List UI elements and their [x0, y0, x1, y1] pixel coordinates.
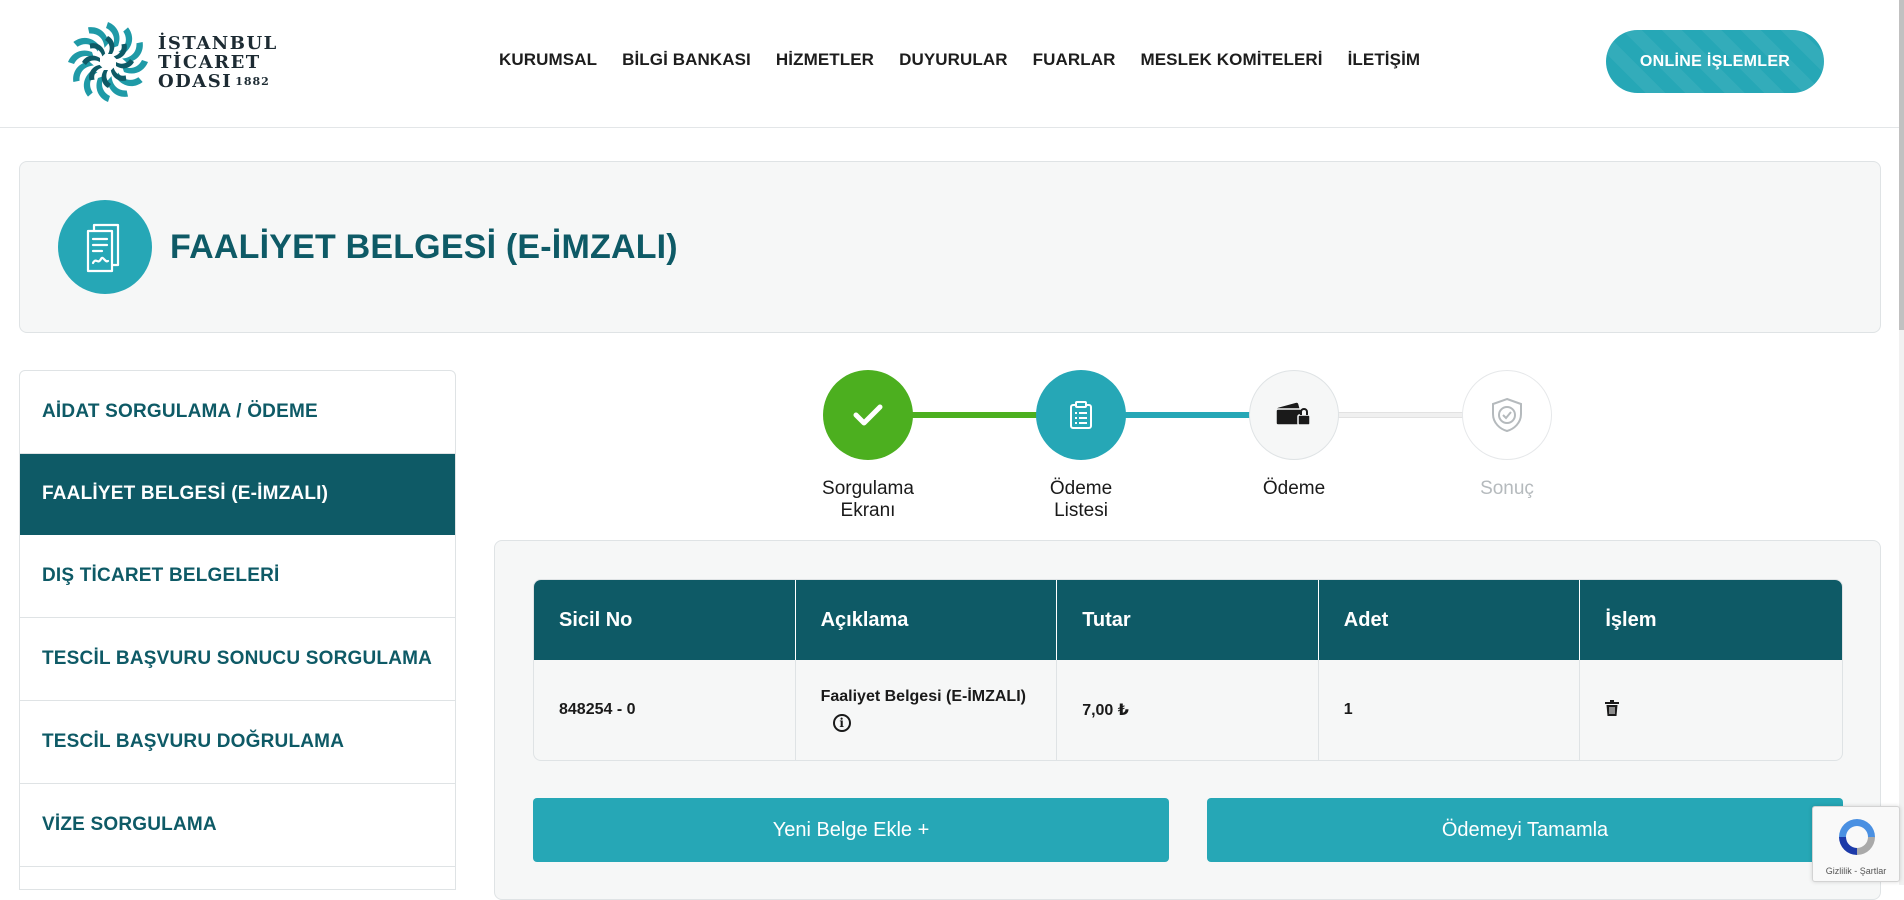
- cell-tutar: 7,00 ₺: [1057, 660, 1319, 760]
- page-title: FAALİYET BELGESİ (E-İMZALI): [170, 228, 678, 266]
- cell-adet: 1: [1319, 660, 1581, 760]
- nav-duyurular[interactable]: DUYURULAR: [899, 50, 1008, 70]
- clipboard-icon: [1036, 370, 1126, 460]
- table-header: Sicil No Açıklama Tutar Adet İşlem: [534, 580, 1842, 660]
- table-row: 848254 - 0 Faaliyet Belgesi (E-İMZALI) i…: [534, 660, 1842, 760]
- step-label-odeme-listesi: Ödeme Listesi: [1049, 478, 1113, 521]
- page-scrollbar[interactable]: [1899, 0, 1904, 885]
- sidebar-item-faaliyet-belgesi[interactable]: FAALİYET BELGESİ (E-İMZALI): [20, 454, 455, 535]
- step-odeme-listesi: Ödeme Listesi: [1036, 370, 1126, 521]
- sidebar-item-dis-ticaret[interactable]: DIŞ TİCARET BELGELERİ: [20, 535, 455, 618]
- recaptcha-badge[interactable]: Gizlilik - Şartlar: [1812, 806, 1900, 882]
- complete-payment-button[interactable]: Ödemeyi Tamamla: [1207, 798, 1843, 862]
- site-header: İSTANBUL TİCARET ODASI 1882 KURUMSAL BİLG…: [0, 0, 1904, 128]
- ito-logo[interactable]: İSTANBUL TİCARET ODASI 1882: [64, 18, 278, 106]
- step-sonuc: Sonuç: [1462, 370, 1552, 499]
- document-icon: [58, 200, 152, 294]
- wallet-lock-icon: [1249, 370, 1339, 460]
- nav-fuarlar[interactable]: FUARLAR: [1033, 50, 1116, 70]
- nav-kurumsal[interactable]: KURUMSAL: [499, 50, 597, 70]
- sidebar-item-aidat[interactable]: AİDAT SORGULAMA / ÖDEME: [20, 371, 455, 454]
- payment-list-card: Sicil No Açıklama Tutar Adet İşlem 84825…: [494, 540, 1881, 900]
- cell-aciklama-text: Faaliyet Belgesi (E-İMZALI): [820, 688, 1026, 705]
- column-header-sicil-no: Sicil No: [534, 580, 796, 660]
- logo-line-2: TİCARET: [158, 51, 261, 73]
- trash-icon[interactable]: [1605, 699, 1620, 721]
- column-header-aciklama: Açıklama: [796, 580, 1058, 660]
- logo-line-1: İSTANBUL: [158, 32, 278, 54]
- sidebar-item-tescil-sonucu[interactable]: TESCİL BAŞVURU SONUCU SORGULAMA: [20, 618, 455, 701]
- nav-hizmetler[interactable]: HİZMETLER: [776, 50, 874, 70]
- column-header-islem: İşlem: [1605, 608, 1657, 631]
- payment-stepper: Sorgulama Ekranı Ödeme Listesi Ödeme Son…: [800, 370, 1600, 521]
- services-sidebar: AİDAT SORGULAMA / ÖDEME FAALİYET BELGESİ…: [19, 370, 456, 890]
- ito-logo-mark-icon: [68, 22, 148, 102]
- logo-line-3: ODASI: [158, 70, 233, 92]
- cell-islem: [1580, 660, 1842, 760]
- step-sorgulama: Sorgulama Ekranı: [822, 370, 914, 521]
- column-header-adet: Adet: [1319, 580, 1581, 660]
- online-islemler-button[interactable]: ONLİNE İŞLEMLER: [1606, 30, 1824, 93]
- recaptcha-links[interactable]: Gizlilik - Şartlar: [1813, 866, 1899, 876]
- main-nav: KURUMSAL BİLGİ BANKASI HİZMETLER DUYURUL…: [499, 50, 1445, 70]
- step-label-sonuc: Sonuç: [1480, 478, 1534, 499]
- logo-year: 1882: [235, 74, 270, 88]
- add-document-button[interactable]: Yeni Belge Ekle +: [533, 798, 1169, 862]
- nav-meslek-komiteleri[interactable]: MESLEK KOMİTELERİ: [1140, 50, 1322, 70]
- column-header-tutar: Tutar: [1057, 580, 1319, 660]
- recaptcha-icon: [1839, 819, 1875, 855]
- cell-aciklama: Faaliyet Belgesi (E-İMZALI) i: [796, 660, 1058, 760]
- online-islemler-label: ONLİNE İŞLEMLER: [1639, 52, 1791, 70]
- sidebar-item-vize[interactable]: VİZE SORGULAMA: [20, 784, 455, 867]
- nav-bilgi-bankasi[interactable]: BİLGİ BANKASI: [622, 50, 751, 70]
- scrollbar-thumb[interactable]: [1899, 0, 1904, 330]
- step-label-sorgulama: Sorgulama Ekranı: [822, 478, 914, 521]
- nav-iletisim[interactable]: İLETİŞİM: [1348, 50, 1421, 70]
- step-label-odeme: Ödeme: [1262, 478, 1326, 499]
- info-icon[interactable]: i: [832, 714, 851, 732]
- check-icon: [823, 370, 913, 460]
- step-odeme: Ödeme: [1249, 370, 1339, 499]
- shield-check-icon: [1462, 370, 1552, 460]
- payment-table: Sicil No Açıklama Tutar Adet İşlem 84825…: [533, 579, 1843, 761]
- logo-wordmark: İSTANBUL TİCARET ODASI 1882: [158, 34, 278, 91]
- cell-sicil-no: 848254 - 0: [534, 660, 796, 760]
- page-title-card: FAALİYET BELGESİ (E-İMZALI): [19, 161, 1881, 333]
- sidebar-item-tescil-dogrulama[interactable]: TESCİL BAŞVURU DOĞRULAMA: [20, 701, 455, 784]
